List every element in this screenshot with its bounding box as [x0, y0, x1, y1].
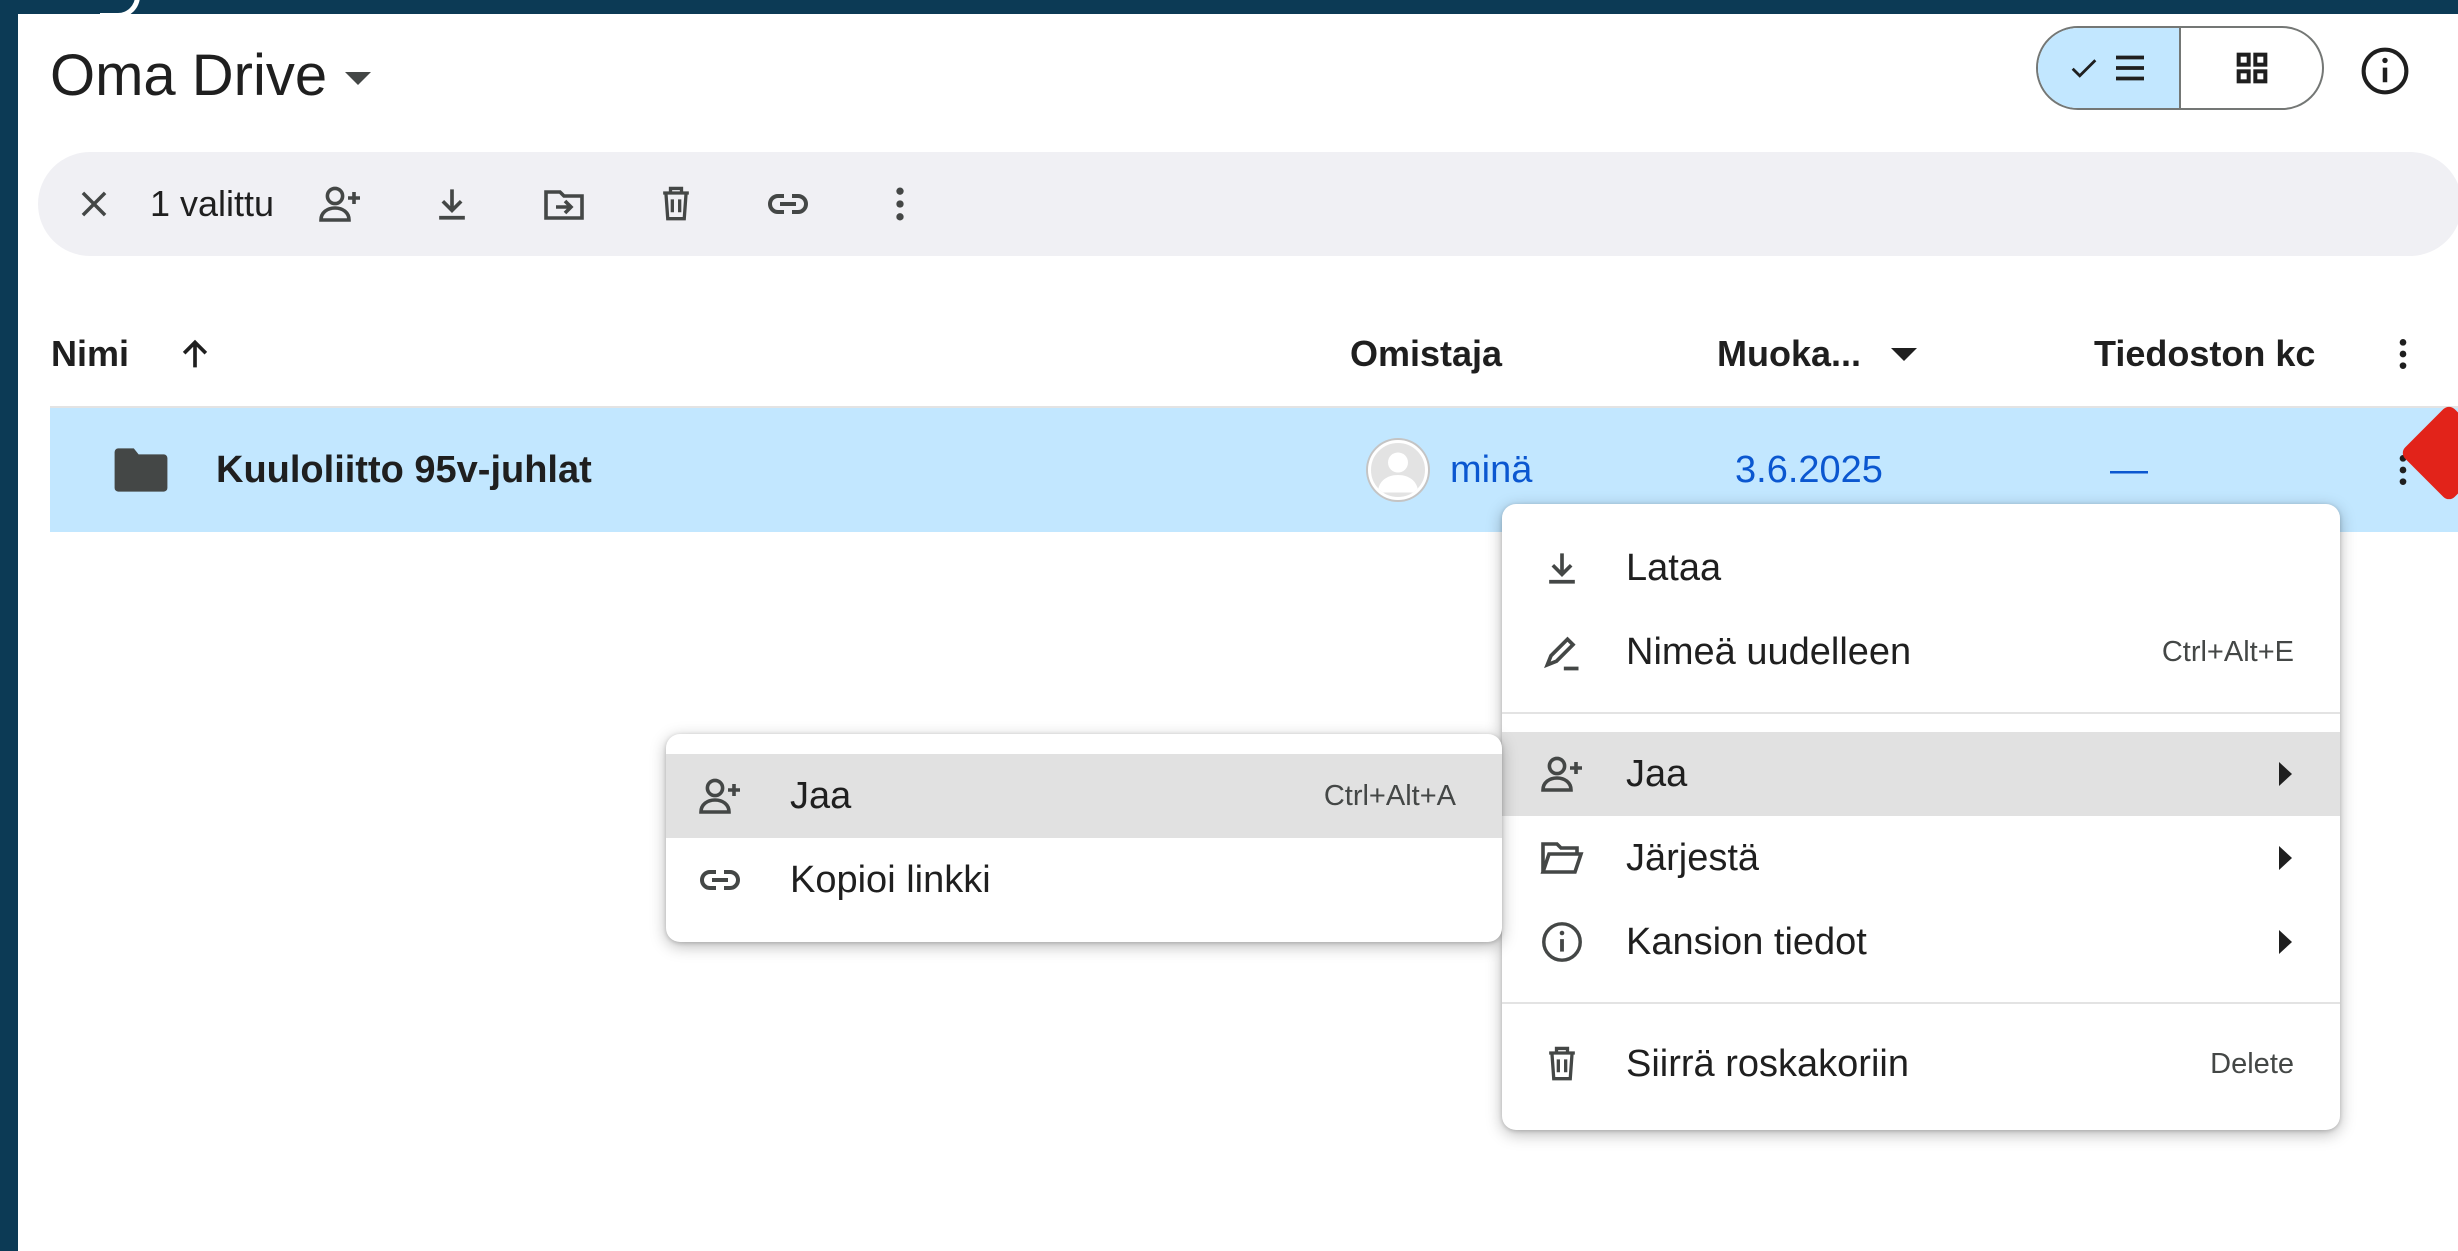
submenu-arrow-icon [2279, 930, 2292, 954]
folder-icon-cell [112, 408, 170, 532]
close-icon [81, 191, 107, 217]
selection-toolbar: 1 valittu [38, 152, 2458, 256]
view-toggle [2036, 26, 2324, 110]
column-modified-label: Muoka... [1717, 333, 1862, 374]
info-icon [1542, 922, 1582, 962]
details-info-button[interactable] [2358, 44, 2412, 98]
link-icon [768, 194, 808, 214]
download-icon [1549, 553, 1575, 584]
shortcut-label: Ctrl+Alt+E [2161, 635, 2294, 668]
column-options-button[interactable] [2383, 314, 2423, 394]
menu-item-label: Kopioi linkki [790, 858, 991, 901]
more-vert-icon [896, 187, 904, 221]
list-icon [2115, 55, 2144, 81]
menu-item-label: Siirrä roskakoriin [1626, 1042, 1909, 1085]
submenu-arrow-icon [2279, 762, 2292, 786]
owner-name: minä [1450, 448, 1533, 491]
menu-divider [1502, 1002, 2340, 1004]
menu-item-label: Jaa [1626, 752, 1688, 795]
column-header-size[interactable]: Tiedoston kc [2094, 314, 2334, 394]
add-person-icon [319, 186, 361, 222]
folder-open-icon [1540, 842, 1584, 874]
download-button[interactable] [426, 178, 478, 230]
shortcut-label: Ctrl+Alt+A [1323, 779, 1456, 812]
check-icon [2071, 59, 2096, 78]
selected-count: 1 valittu [150, 183, 275, 224]
column-header-owner[interactable]: Omistaja [1350, 314, 1502, 394]
column-header-name[interactable]: Nimi [51, 314, 215, 394]
more-actions-button[interactable] [874, 178, 926, 230]
menu-divider [1502, 712, 2340, 714]
menu-item-label: Järjestä [1626, 836, 1760, 879]
list-view-button[interactable] [2038, 28, 2181, 108]
page-title: Oma Drive [50, 43, 328, 108]
menu-item-rename[interactable]: Nimeä uudelleen Ctrl+Alt+E [1502, 610, 2340, 694]
caret-down-icon [1891, 347, 1918, 361]
menu-item-organize[interactable]: Järjestä [1502, 816, 2340, 900]
download-icon [439, 189, 465, 220]
info-icon [2361, 47, 2409, 95]
page-title-dropdown[interactable]: Oma Drive [50, 42, 372, 109]
person-icon [1378, 452, 1418, 493]
arrow-up-icon [182, 339, 208, 368]
clear-selection-button[interactable] [68, 178, 120, 230]
caret-down-icon [345, 72, 372, 85]
submenu-item-share[interactable]: Jaa Ctrl+Alt+A [666, 754, 1502, 838]
add-person-icon [1541, 756, 1582, 792]
share-button[interactable] [314, 178, 366, 230]
column-size-label: Tiedoston kc [2094, 333, 2316, 374]
grid-view-button[interactable] [2181, 28, 2322, 108]
submenu-arrow-icon [2279, 846, 2292, 870]
column-header-modified[interactable]: Muoka... [1717, 314, 1918, 394]
menu-item-download[interactable]: Lataa [1502, 526, 2340, 610]
move-folder-icon [544, 190, 584, 220]
menu-item-share[interactable]: Jaa [1502, 732, 2340, 816]
trash-icon [663, 186, 689, 221]
add-person-icon [699, 778, 740, 814]
submenu-item-copy-link[interactable]: Kopioi linkki [666, 838, 1502, 922]
delete-button[interactable] [650, 178, 702, 230]
move-button[interactable] [538, 178, 590, 230]
trash-icon [1549, 1046, 1575, 1081]
file-name: Kuuloliitto 95v-juhlat [216, 448, 592, 491]
menu-item-label: Kansion tiedot [1626, 920, 1867, 963]
menu-item-label: Lataa [1626, 546, 1722, 589]
column-owner-label: Omistaja [1350, 333, 1503, 374]
share-submenu: Jaa Ctrl+Alt+A Kopioi linkki [666, 734, 1502, 942]
context-menu: Lataa Nimeä uudelleen Ctrl+Alt+E Jaa Jär… [1502, 504, 2340, 1130]
menu-item-label: Jaa [790, 774, 852, 817]
column-name-label: Nimi [51, 333, 130, 374]
folder-icon [114, 448, 168, 492]
avatar [1368, 440, 1428, 500]
menu-item-label: Nimeä uudelleen [1626, 630, 1912, 673]
rename-pencil-icon [1544, 636, 1579, 671]
grid-icon [2236, 52, 2267, 84]
menu-item-folder-info[interactable]: Kansion tiedot [1502, 900, 2340, 984]
menu-item-move-to-trash[interactable]: Siirrä roskakoriin Delete [1502, 1022, 2340, 1106]
shortcut-label: Delete [2210, 1047, 2294, 1080]
link-icon [700, 870, 740, 890]
more-vert-icon [2399, 339, 2407, 369]
copy-link-button[interactable] [762, 178, 814, 230]
